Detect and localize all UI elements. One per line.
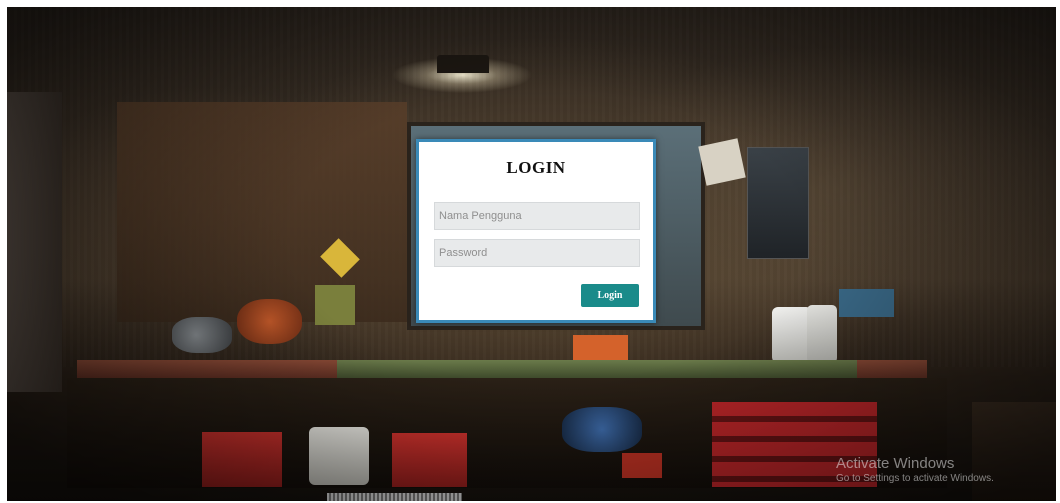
username-input[interactable] xyxy=(434,202,640,230)
login-card: LOGIN Login xyxy=(416,139,656,323)
login-title: LOGIN xyxy=(506,158,566,177)
login-button[interactable]: Login xyxy=(581,284,639,307)
password-input[interactable] xyxy=(434,239,640,267)
watermark-subtitle: Go to Settings to activate Windows. xyxy=(836,473,994,484)
activate-windows-watermark: Activate Windows Go to Settings to activ… xyxy=(836,455,994,484)
watermark-title: Activate Windows xyxy=(836,455,955,472)
